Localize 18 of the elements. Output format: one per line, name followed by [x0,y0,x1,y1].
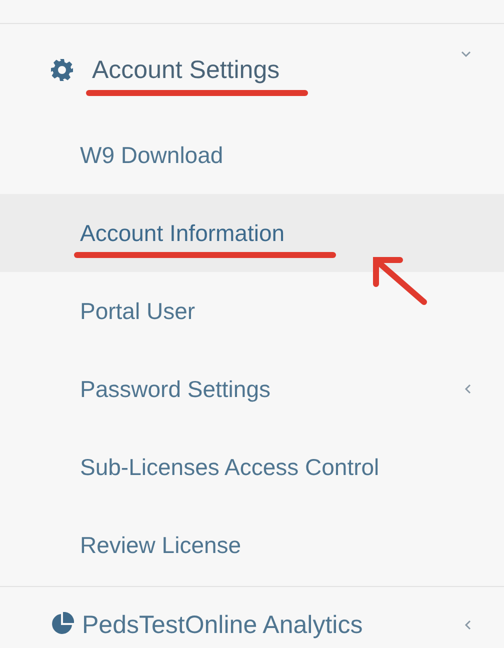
gear-icon [50,58,74,82]
menu-item[interactable]: Review License [0,506,504,584]
section-title: PedsTestOnline Analytics [82,611,363,639]
pie-chart-icon [50,612,74,636]
menu-item-label: Review License [80,532,242,558]
menu-item[interactable]: Account Information [0,194,504,272]
menu-item-label: Portal User [80,298,196,324]
menu-item-label: Account Information [80,220,285,246]
menu-item[interactable]: Password Settings [0,350,504,428]
menu-item[interactable]: Portal User [0,272,504,350]
menu-item-label: Sub-Licenses Access Control [80,454,380,480]
menu-item-label: W9 Download [80,142,224,168]
menu-item[interactable]: Sub-Licenses Access Control [0,428,504,506]
section-title: Account Settings [92,56,280,84]
menu-item-label: Password Settings [80,376,270,402]
section-header[interactable]: Account Settings [0,24,504,116]
section-header[interactable]: PedsTestOnline Analytics [0,587,504,647]
menu-item[interactable]: W9 Download [0,116,504,194]
